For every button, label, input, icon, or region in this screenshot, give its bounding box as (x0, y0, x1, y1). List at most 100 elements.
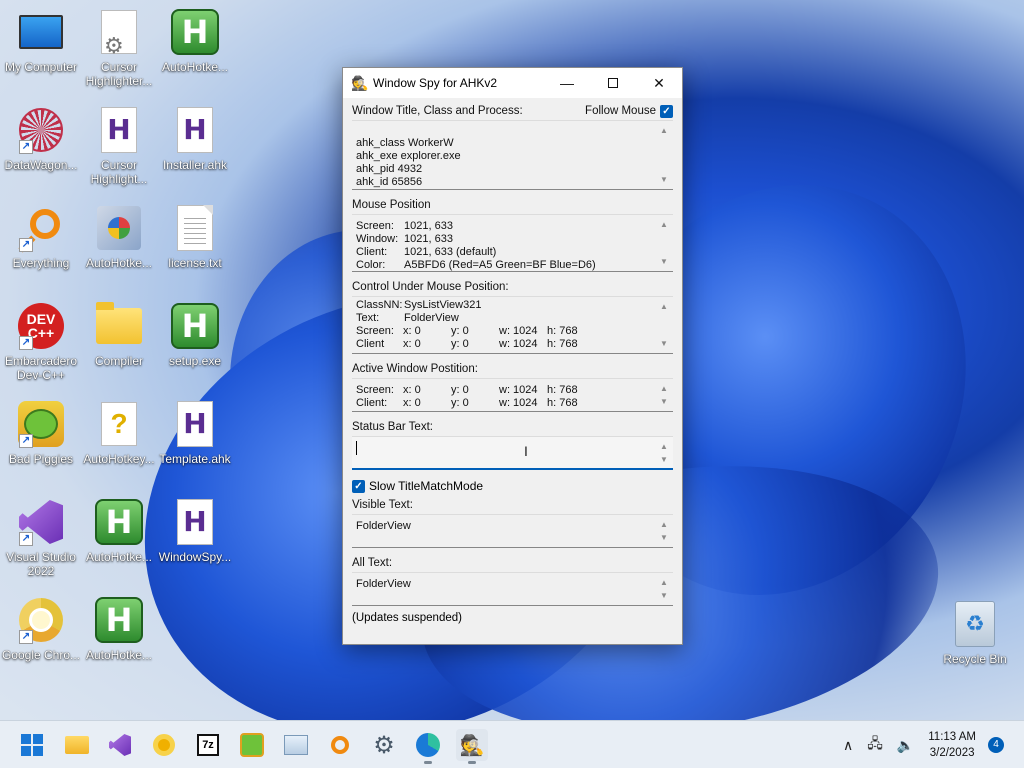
taskbar-bad-piggies[interactable] (236, 729, 268, 761)
clock-date: 3/2/2023 (929, 747, 975, 759)
flower-icon: ↗ (17, 106, 65, 154)
chrome-canary-icon (153, 734, 175, 756)
mouse-row: Color: A5BFD6 (Red=A5 Green=BF Blue=D6) (356, 259, 596, 271)
settings-icon: ⚙ (373, 731, 395, 759)
desktop-icon-autohotkey-help[interactable]: ? AutoHotkey... (78, 400, 160, 466)
scrollbar[interactable]: ▲ ▼ (658, 518, 670, 544)
maximize-button[interactable] (590, 68, 636, 98)
desktop-icon-recycle-bin[interactable]: ♻ Recycle Bin (934, 600, 1016, 666)
visual-studio-icon: ↗ (17, 498, 65, 546)
taskbar-everything[interactable] (324, 729, 356, 761)
desktop-icon-windowspy-ahk[interactable]: H WindowSpy... (154, 498, 236, 564)
desktop-icon-setup-exe[interactable]: H setup.exe (154, 302, 236, 368)
desktop-icon-cursor-highlight-ahk[interactable]: H Cursor Highlight... (78, 106, 160, 186)
slow-titlematchmode-checkbox[interactable]: ✓ Slow TitleMatchMode (352, 476, 673, 496)
scrollbar[interactable]: ▲ ▼ (658, 440, 670, 465)
desktop-icon-bad-piggies[interactable]: ↗ Bad Piggies (0, 400, 82, 466)
window-titlebar[interactable]: 🕵 Window Spy for AHKv2 — ✕ (343, 68, 682, 98)
checkmark-icon: ✓ (660, 104, 673, 118)
notification-badge[interactable]: 4 (988, 737, 1004, 753)
mouse-position-textbox[interactable]: Screen: 1021, 633 Window: 1021, 633 Client… (352, 214, 673, 272)
control-text-row: Text: FolderView (356, 312, 459, 324)
window-spy-icon: 🕵 (459, 734, 485, 757)
info-line: ahk_pid 4932 (356, 163, 423, 175)
minimize-button[interactable]: — (544, 68, 590, 98)
desktop-icon-devcpp[interactable]: DEV C++ ↗ Embarcadero Dev-C++ (0, 302, 82, 382)
all-text-textbox[interactable]: FolderView ▲ ▼ (352, 572, 673, 606)
edge-icon (416, 733, 440, 757)
all-text-label: All Text: (352, 557, 393, 569)
start-button[interactable] (16, 729, 48, 761)
desktop-icon-autohotkey[interactable]: H AutoHotke... (154, 8, 236, 74)
gear-document-icon (95, 8, 143, 56)
control-classnn-row: ClassNN: SysListView321 (356, 299, 482, 311)
taskbar-chrome-canary[interactable] (148, 729, 180, 761)
network-icon[interactable]: 🖧 (867, 733, 883, 757)
devcpp-icon: DEV C++ ↗ (17, 302, 65, 350)
clock[interactable]: 11:13 AM 3/2/2023 (928, 729, 976, 761)
taskbar-window-spy[interactable]: 🕵 (456, 729, 488, 764)
scroll-up-icon: ▲ (660, 442, 668, 451)
ibeam-cursor-icon: I (524, 443, 528, 459)
all-text-value: FolderView (356, 578, 411, 590)
mouse-section-label: Mouse Position (352, 199, 431, 211)
desktop-icon-google-chrome[interactable]: ↗ Google Chro... (0, 596, 82, 662)
updates-status-text: (Updates suspended) (352, 612, 462, 624)
active-window-textbox[interactable]: Screen: x: 0 y: 0 w: 1024 h: 768 Client: x: 0… (352, 378, 673, 412)
title-section-label: Window Title, Class and Process: (352, 105, 523, 117)
taskbar-visual-studio[interactable] (104, 729, 136, 761)
volume-icon[interactable]: 🔈 (897, 737, 914, 754)
magnifier-icon: ↗ (17, 204, 65, 252)
visual-studio-icon (109, 734, 131, 756)
windows-logo-icon (21, 734, 43, 756)
scroll-up-icon: ▲ (660, 520, 668, 529)
status-bar-text-input[interactable]: I ▲ ▼ (352, 436, 673, 470)
mouse-row: Screen: 1021, 633 (356, 220, 453, 232)
follow-mouse-label: Follow Mouse (585, 105, 656, 117)
desktop-icon-installer-ahk[interactable]: H Installer.ahk (154, 106, 236, 172)
title-section-header: Window Title, Class and Process: Follow … (352, 102, 673, 120)
window-info-textbox[interactable]: ahk_class WorkerW ahk_exe explorer.exe a… (352, 120, 673, 190)
desktop-icon-autohotkey-setup[interactable]: AutoHotke... (78, 204, 160, 270)
shortcut-arrow-icon: ↗ (19, 140, 33, 154)
desktop-icon-cursor-highlighter[interactable]: Cursor Highlighter... (78, 8, 160, 88)
datawagon-icon (284, 735, 308, 755)
desktop-icon-autohotkey-3[interactable]: H AutoHotke... (78, 596, 160, 662)
desktop-icon-my-computer[interactable]: My Computer (0, 8, 82, 74)
scroll-down-icon: ▼ (660, 175, 668, 184)
shortcut-arrow-icon: ↗ (19, 434, 33, 448)
scrollbar[interactable]: ▲ ▼ (658, 300, 670, 350)
desktop-icon-compiler[interactable]: Compiler (78, 302, 160, 368)
checkmark-icon: ✓ (352, 479, 365, 493)
desktop-icon-license-txt[interactable]: license.txt (154, 204, 236, 270)
scrollbar[interactable]: ▲ ▼ (658, 124, 670, 186)
chrome-icon: ↗ (17, 596, 65, 644)
maximize-icon (608, 78, 618, 88)
visible-text-label: Visible Text: (352, 499, 413, 511)
desktop-icon-template-ahk[interactable]: H Template.ahk (154, 400, 236, 466)
taskbar-datawagon[interactable] (280, 729, 312, 761)
taskbar-settings[interactable]: ⚙ (368, 729, 400, 761)
scrollbar[interactable]: ▲ ▼ (658, 576, 670, 602)
scrollbar[interactable]: ▲ ▼ (658, 382, 670, 408)
control-info-textbox[interactable]: ClassNN: SysListView321 Text: FolderView S… (352, 296, 673, 354)
monitor-icon (17, 8, 65, 56)
taskbar-file-explorer[interactable] (61, 729, 93, 761)
visible-text-textbox[interactable]: FolderView ▲ ▼ (352, 514, 673, 548)
desktop-icon-everything[interactable]: ↗ Everything (0, 204, 82, 270)
desktop-icon-autohotkey-2[interactable]: H AutoHotke... (78, 498, 160, 564)
show-hidden-icons-button[interactable]: ∧ (843, 737, 853, 754)
control-client-row: Client x: 0 y: 0 w: 1024 h: 768 (356, 338, 578, 350)
autohotkey-icon: H (95, 498, 143, 546)
scrollbar[interactable]: ▲ ▼ (658, 218, 670, 268)
taskbar-edge[interactable] (412, 729, 444, 764)
taskbar-7zip[interactable]: 7z (192, 729, 224, 761)
autohotkey-icon: H (171, 8, 219, 56)
desktop-icon-datawagon[interactable]: ↗ DataWagon... (0, 106, 82, 172)
scroll-up-icon: ▲ (660, 384, 668, 393)
desktop-icon-visual-studio[interactable]: ↗ Visual Studio 2022 (0, 498, 82, 578)
close-button[interactable]: ✕ (636, 68, 682, 98)
follow-mouse-checkbox[interactable]: Follow Mouse ✓ (585, 102, 673, 120)
everything-icon (331, 736, 349, 754)
scroll-down-icon: ▼ (660, 257, 668, 266)
